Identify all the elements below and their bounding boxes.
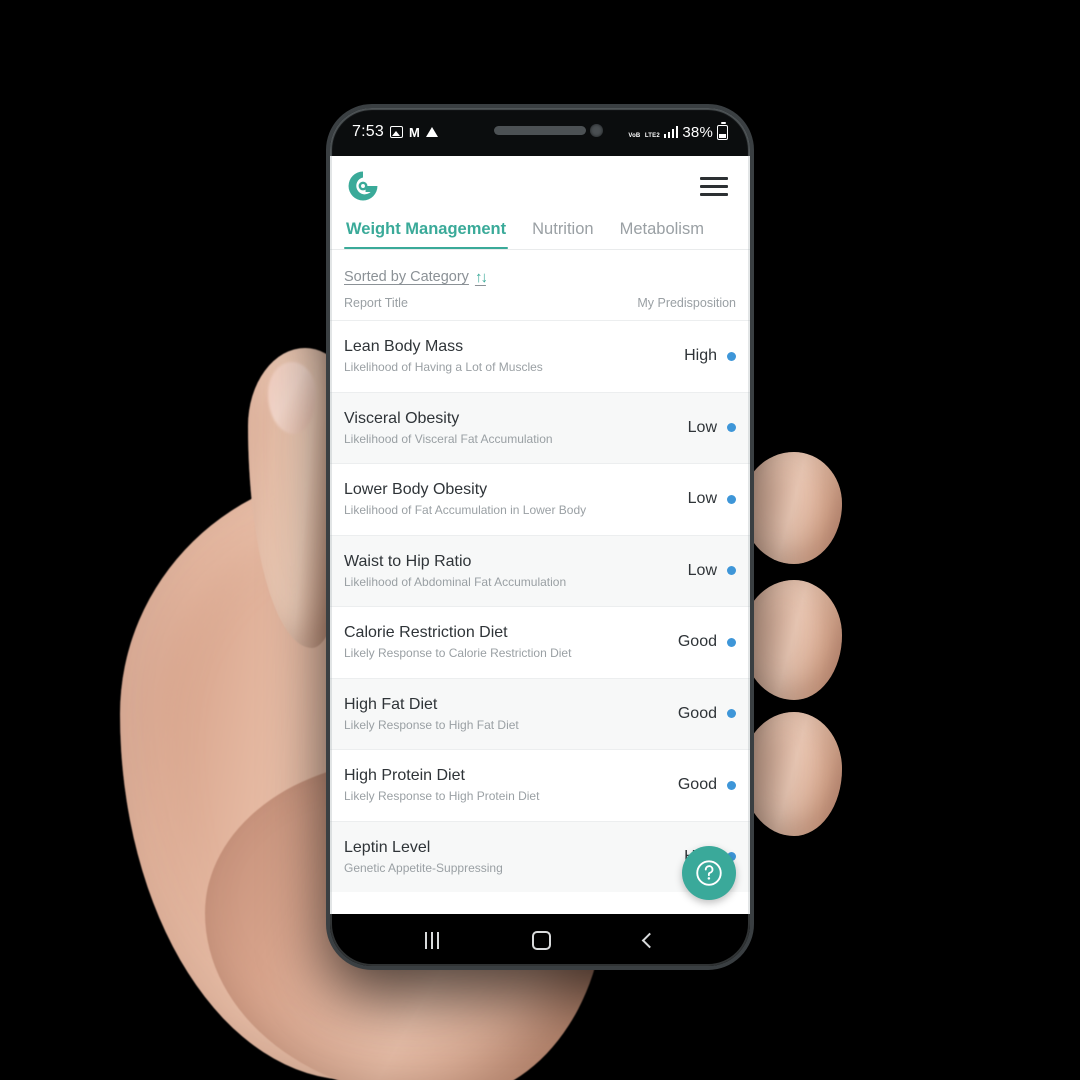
back-button[interactable]	[642, 932, 658, 948]
column-headers: Report Title My Predisposition	[330, 286, 750, 320]
status-dot-icon	[727, 351, 736, 361]
row-title: High Protein Diet	[344, 767, 465, 785]
sort-arrows-icon[interactable]: ↑↓	[475, 269, 488, 286]
menu-line	[700, 184, 728, 188]
row-subtitle: Likelihood of Having a Lot of Muscles	[344, 360, 543, 375]
signal-bars-icon	[663, 126, 679, 138]
status-dot-icon	[727, 780, 736, 790]
app-screen: Weight Management Nutrition Metabolism S…	[330, 156, 750, 914]
index-finger	[742, 452, 842, 564]
row-subtitle: Likelihood of Abdominal Fat Accumulation	[344, 574, 567, 589]
menu-line	[700, 176, 728, 180]
tab-bar: Weight Management Nutrition Metabolism	[330, 216, 750, 249]
hamburger-menu[interactable]	[700, 176, 728, 196]
android-nav-bar	[330, 914, 750, 966]
status-dot-icon	[727, 709, 736, 719]
row-subtitle: Likely Response to High Protein Diet	[344, 789, 540, 804]
row-value: Low	[687, 490, 717, 508]
tab-weight-management[interactable]: Weight Management	[344, 216, 509, 249]
help-fab-button[interactable]	[682, 846, 736, 900]
row-title: Visceral Obesity	[344, 409, 460, 427]
table-row[interactable]: Lower Body Obesity Likelihood of Fat Acc…	[330, 463, 750, 535]
drive-icon	[425, 127, 438, 137]
status-dot-icon	[727, 423, 736, 433]
row-subtitle: Likelihood of Visceral Fat Accumulation	[344, 431, 553, 446]
table-row[interactable]: Lean Body Mass Likelihood of Having a Lo…	[330, 320, 750, 392]
thumbnail	[268, 362, 316, 434]
sort-label: Sorted by Category	[344, 269, 469, 285]
status-time: 7:53	[352, 123, 384, 140]
row-value: High	[684, 347, 717, 365]
sort-bar: Sorted by Category ↑↓	[330, 250, 750, 286]
status-bar: 7:53 M VoB LTE2 38%	[330, 108, 750, 156]
row-subtitle: Likely Response to High Fat Diet	[344, 717, 519, 732]
row-value: Good	[677, 704, 717, 722]
sort-by-category-link[interactable]: Sorted by Category ↑↓	[344, 269, 488, 286]
menu-line	[700, 192, 728, 196]
home-button[interactable]	[531, 930, 551, 950]
row-value: Low	[687, 561, 717, 579]
middle-finger	[742, 580, 842, 700]
smartphone-device: 7:53 M VoB LTE2 38% Weight Management Nu…	[326, 104, 754, 970]
help-question-icon	[696, 860, 722, 886]
battery-percent: 38%	[682, 123, 713, 141]
tab-nutrition[interactable]: Nutrition	[530, 216, 595, 249]
status-dot-icon	[727, 566, 736, 576]
column-header-predisposition: My Predisposition	[637, 296, 736, 310]
report-list: Lean Body Mass Likelihood of Having a Lo…	[330, 320, 750, 892]
photos-icon	[389, 126, 403, 138]
volte-icon: VoB LTE2	[628, 132, 660, 139]
row-subtitle: Likely Response to Calorie Restriction D…	[344, 646, 572, 661]
table-row[interactable]: High Fat Diet Likely Response to High Fa…	[330, 677, 750, 749]
tab-metabolism[interactable]: Metabolism	[618, 216, 706, 249]
battery-icon	[717, 122, 728, 140]
status-dot-icon	[727, 494, 736, 504]
ring-finger	[742, 712, 842, 836]
row-title: Lean Body Mass	[344, 338, 464, 356]
table-row[interactable]: Waist to Hip Ratio Likelihood of Abdomin…	[330, 534, 750, 606]
row-value: Good	[677, 776, 717, 794]
gene-app-logo	[348, 171, 378, 201]
row-title: Waist to Hip Ratio	[344, 552, 472, 570]
row-value: Low	[687, 418, 717, 436]
row-title: High Fat Diet	[344, 695, 438, 713]
row-title: Calorie Restriction Diet	[344, 624, 508, 642]
status-dot-icon	[727, 637, 736, 647]
gmail-icon: M	[408, 124, 420, 140]
table-row[interactable]: Visceral Obesity Likelihood of Visceral …	[330, 391, 750, 463]
row-title: Lower Body Obesity	[344, 481, 488, 499]
table-row[interactable]: Calorie Restriction Diet Likely Response…	[330, 606, 750, 678]
row-subtitle: Likelihood of Fat Accumulation in Lower …	[344, 503, 587, 518]
row-subtitle: Genetic Appetite-Suppressing	[344, 860, 503, 875]
recent-apps-button[interactable]	[424, 931, 439, 949]
app-header	[330, 156, 750, 216]
row-title: Leptin Level	[344, 838, 431, 856]
column-header-report-title: Report Title	[344, 296, 408, 310]
table-row[interactable]: High Protein Diet Likely Response to Hig…	[330, 749, 750, 821]
row-value: Good	[677, 633, 717, 651]
